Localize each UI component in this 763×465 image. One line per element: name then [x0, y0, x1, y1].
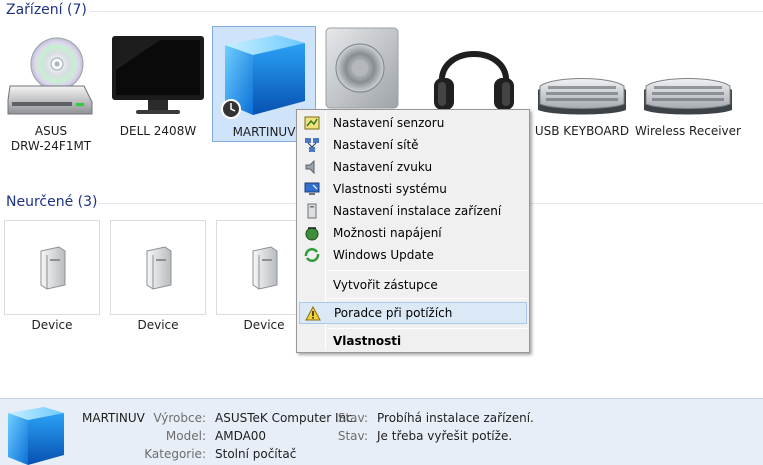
menu-item-sensor-settings[interactable]: Nastavení senzoru: [299, 112, 527, 134]
menu-item-network-settings[interactable]: Nastavení sítě: [299, 134, 527, 156]
unspecified-device-label: Device: [137, 318, 179, 332]
keyboard-icon: [538, 78, 626, 115]
unspecified-device-tile[interactable]: [110, 220, 206, 315]
unspecified-device-label: Device: [31, 318, 73, 332]
sensor-settings-icon: [304, 116, 320, 130]
details-manufacturer-key: Výrobce:: [153, 411, 206, 425]
menu-item-label: Nastavení sítě: [333, 138, 419, 152]
details-status-key: Stav:: [337, 429, 368, 443]
windows-update-icon: [304, 248, 320, 262]
computer-cube-icon: [221, 35, 305, 119]
device-headphones[interactable]: [428, 26, 524, 116]
speaker-icon: [325, 27, 399, 109]
menu-item-sound-settings[interactable]: Nastavení zvuku: [299, 156, 527, 178]
details-category-key: Kategorie:: [144, 447, 206, 461]
monitor-icon: [112, 36, 204, 114]
group-header-devices[interactable]: Zařízení (7): [6, 2, 763, 18]
system-properties-icon: [304, 182, 320, 195]
menu-item-power-options[interactable]: Možnosti napájení: [299, 222, 527, 244]
menu-separator: [327, 298, 527, 299]
menu-item-create-shortcut[interactable]: Vytvořit zástupce: [299, 274, 527, 296]
group-header-unspecified-label: Neurčené (3): [6, 194, 98, 210]
details-status-value: Probíhá instalace zařízení.: [377, 411, 534, 425]
device-label: USB KEYBOARD: [534, 124, 630, 138]
menu-item-label: Možnosti napájení: [333, 226, 442, 240]
menu-item-label: Nastavení zvuku: [333, 160, 433, 174]
menu-item-device-installation[interactable]: Nastavení instalace zařízení: [299, 200, 527, 222]
keyboard-icon: [644, 78, 732, 115]
computer-cube-icon: [8, 407, 64, 465]
menu-separator: [327, 328, 527, 329]
device-installation-icon: [307, 203, 317, 219]
device-dell-monitor[interactable]: DELL 2408W: [110, 30, 206, 140]
menu-item-label: Windows Update: [333, 248, 434, 262]
menu-item-properties[interactable]: Vlastnosti: [299, 330, 527, 352]
power-options-icon: [305, 227, 319, 241]
generic-device-icon: [40, 246, 66, 290]
menu-item-system-properties[interactable]: Vlastnosti systému: [299, 178, 527, 200]
details-pane: MARTINUV Výrobce: ASUSTeK Computer Inc. …: [0, 398, 763, 465]
menu-item-label: Nastavení senzoru: [333, 116, 445, 130]
context-menu: Nastavení senzoru Nastavení sítě Nastave…: [296, 109, 530, 353]
generic-device-icon: [146, 246, 172, 290]
group-header-devices-label: Zařízení (7): [6, 2, 87, 18]
details-status-value: Je třeba vyřešit potíže.: [377, 429, 513, 443]
headphones-icon: [434, 51, 514, 110]
warning-icon: [305, 306, 321, 321]
details-status-key: Stav:: [337, 411, 368, 425]
optical-drive-icon: [7, 37, 93, 115]
menu-separator: [327, 270, 527, 271]
details-category-value: Stolní počítač: [215, 447, 297, 461]
menu-item-label: Vlastnosti systému: [333, 182, 447, 196]
details-model-key: Model:: [165, 429, 206, 443]
sound-settings-icon: [305, 159, 315, 175]
device-label: ASUS DRW-24F1MT: [0, 124, 104, 154]
menu-item-label: Poradce při potížích: [334, 306, 453, 320]
device-wireless-receiver[interactable]: Wireless Receiver: [635, 30, 741, 140]
menu-item-label: Nastavení instalace zařízení: [333, 204, 502, 218]
unspecified-device-tile[interactable]: [4, 220, 100, 315]
menu-item-label: Vlastnosti: [333, 334, 402, 348]
device-speaker[interactable]: [320, 26, 410, 116]
details-device-name: MARTINUV: [82, 411, 145, 425]
menu-item-label: Vytvořit zástupce: [333, 278, 438, 292]
device-asus-drw[interactable]: ASUS DRW-24F1MT: [4, 30, 98, 154]
device-label: Wireless Receiver: [635, 124, 741, 138]
details-model-value: AMDA00: [215, 429, 267, 443]
network-settings-icon: [305, 138, 319, 152]
device-label-line: DRW-24F1MT: [10, 139, 92, 153]
menu-item-troubleshoot[interactable]: Poradce při potížích: [299, 302, 527, 324]
device-label: DELL 2408W: [119, 124, 197, 138]
device-usb-keyboard[interactable]: USB KEYBOARD: [532, 30, 632, 140]
device-label-line: ASUS: [34, 124, 68, 138]
menu-item-windows-update[interactable]: Windows Update: [299, 244, 527, 266]
group-header-rule: [90, 11, 763, 12]
